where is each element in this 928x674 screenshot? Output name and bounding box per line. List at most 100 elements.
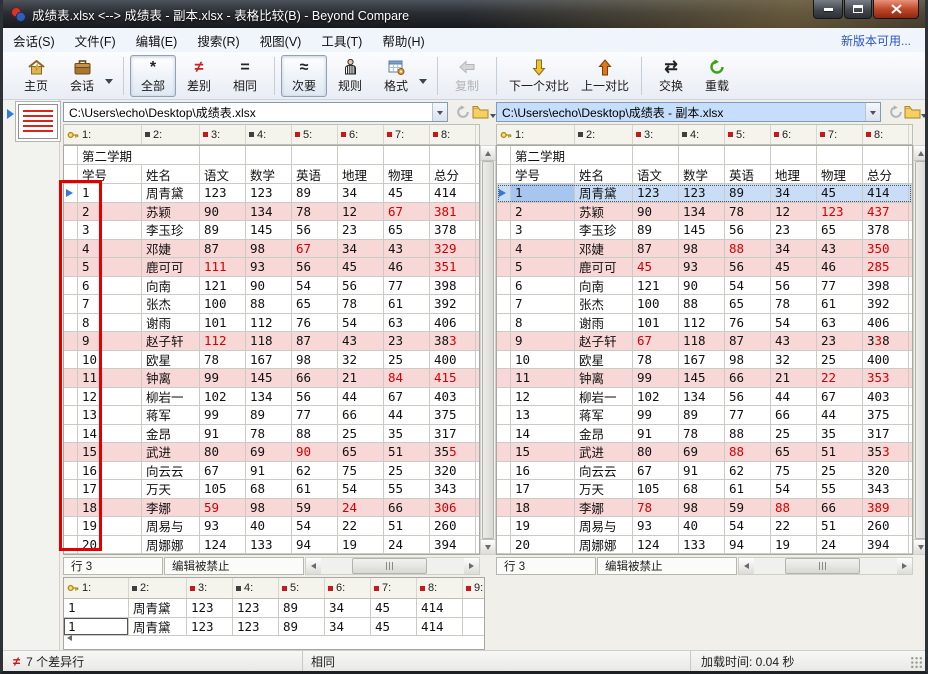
cell[interactable]: 260	[863, 517, 909, 535]
sheet-header-cell[interactable]: 英语	[292, 165, 338, 183]
cell[interactable]: 355	[430, 443, 476, 461]
cell[interactable]: 329	[430, 240, 476, 258]
sheet-header-cell[interactable]: 物理	[817, 165, 863, 183]
cell[interactable]: 134	[246, 388, 292, 406]
column-header[interactable]: 6:	[771, 125, 817, 144]
cell[interactable]: 32	[771, 351, 817, 369]
cell[interactable]: 398	[430, 277, 476, 295]
cell[interactable]: 67	[817, 388, 863, 406]
cell[interactable]: 68	[246, 480, 292, 498]
cell[interactable]: 414	[430, 184, 476, 202]
cell[interactable]: 69	[246, 443, 292, 461]
cell[interactable]: 88	[725, 240, 771, 258]
cell[interactable]: 87	[633, 240, 679, 258]
table-row[interactable]: 5鹿可可4593564546285	[497, 258, 912, 277]
sheet-header-cell[interactable]: 姓名	[575, 165, 633, 183]
detail-cell[interactable]	[463, 599, 485, 617]
sheet-header-cell[interactable]: 学号	[511, 165, 575, 183]
table-row[interactable]: 7张杰10088657861392	[64, 295, 479, 314]
cell[interactable]: 389	[863, 499, 909, 517]
detail-scroll-left-button[interactable]	[67, 628, 72, 646]
cell[interactable]: 285	[863, 258, 909, 276]
cell-id[interactable]: 13	[78, 406, 142, 424]
sheet-header-cell[interactable]: 语文	[200, 165, 246, 183]
cell[interactable]: 68	[679, 480, 725, 498]
cell[interactable]: 40	[679, 517, 725, 535]
cell-id[interactable]: 1	[78, 184, 142, 202]
cell[interactable]: 65	[725, 295, 771, 313]
cell[interactable]: 167	[679, 351, 725, 369]
cell-name[interactable]: 武进	[575, 443, 633, 461]
table-row[interactable]: 8谢雨101112765463406	[64, 314, 479, 333]
cell-id[interactable]: 16	[511, 462, 575, 480]
cell-name[interactable]: 蒋军	[142, 406, 200, 424]
table-row[interactable]: 7张杰10088657861392	[497, 295, 912, 314]
cell-id[interactable]: 3	[511, 221, 575, 239]
cell-id[interactable]: 11	[78, 369, 142, 387]
sheet-header-row[interactable]: 学号姓名语文数学英语地理物理总分	[497, 165, 912, 184]
cell[interactable]: 45	[817, 184, 863, 202]
detail-row[interactable]: 1周青黛123123893445414	[64, 618, 484, 637]
cell[interactable]: 99	[200, 406, 246, 424]
cell[interactable]: 23	[338, 221, 384, 239]
sheet-header-row[interactable]: 学号姓名语文数学英语地理物理总分	[64, 165, 479, 184]
cell-name[interactable]: 苏颖	[575, 203, 633, 221]
cell[interactable]: 12	[338, 203, 384, 221]
cell-id[interactable]: 2	[511, 203, 575, 221]
cell[interactable]: 77	[817, 277, 863, 295]
cell-name[interactable]: 谢雨	[142, 314, 200, 332]
cell[interactable]: 123	[679, 184, 725, 202]
cell[interactable]: 61	[817, 295, 863, 313]
cell[interactable]: 89	[679, 406, 725, 424]
cell[interactable]: 51	[817, 517, 863, 535]
cell[interactable]: 54	[338, 480, 384, 498]
cell[interactable]: 78	[338, 295, 384, 313]
cell-id[interactable]: 11	[511, 369, 575, 387]
cell-name[interactable]: 周青黛	[142, 184, 200, 202]
cell[interactable]: 78	[771, 295, 817, 313]
cell[interactable]: 123	[246, 184, 292, 202]
cell[interactable]: 46	[817, 258, 863, 276]
cell[interactable]: 78	[292, 203, 338, 221]
column-header[interactable]: 7:	[384, 125, 430, 144]
column-header[interactable]: 6:	[338, 125, 384, 144]
cell[interactable]: 89	[200, 221, 246, 239]
cell[interactable]: 80	[200, 443, 246, 461]
cell[interactable]: 22	[338, 517, 384, 535]
cell[interactable]: 118	[246, 332, 292, 350]
cell-id[interactable]: 3	[78, 221, 142, 239]
cell[interactable]: 133	[679, 536, 725, 554]
cell[interactable]: 34	[338, 240, 384, 258]
sheet-header-cell[interactable]: 姓名	[142, 165, 200, 183]
show-differences-button[interactable]: ≠ 差别	[176, 55, 222, 97]
cell-name[interactable]: 赵子轩	[575, 332, 633, 350]
cell-name[interactable]: 李玉珍	[142, 221, 200, 239]
table-row[interactable]: 11钟离99145662122353	[497, 369, 912, 388]
cell[interactable]: 99	[633, 369, 679, 387]
cell[interactable]: 63	[817, 314, 863, 332]
cell-name[interactable]: 钟离	[575, 369, 633, 387]
cell[interactable]: 54	[771, 480, 817, 498]
cell-name[interactable]: 鹿可可	[142, 258, 200, 276]
cell[interactable]: 91	[633, 425, 679, 443]
cell[interactable]: 56	[338, 277, 384, 295]
detail-cell[interactable]: 123	[187, 618, 233, 636]
cell[interactable]: 69	[679, 443, 725, 461]
menu-item[interactable]: 搜索(R)	[187, 28, 249, 53]
table-row[interactable]: 10欧星78167983225400	[497, 351, 912, 370]
cell[interactable]: 44	[338, 388, 384, 406]
cell-name[interactable]: 谢雨	[575, 314, 633, 332]
cell[interactable]: 124	[200, 536, 246, 554]
right-path-text[interactable]: C:\Users\echo\Desktop\成绩表 - 副本.xlsx	[497, 104, 865, 121]
left-vertical-scrollbar[interactable]	[480, 145, 496, 555]
table-row[interactable]: 14金昂9178882535317	[497, 425, 912, 444]
cell[interactable]: 56	[725, 258, 771, 276]
cell-name[interactable]: 向南	[575, 277, 633, 295]
table-row[interactable]: 9赵子轩67118874323338	[497, 332, 912, 351]
detail-cell[interactable]: 123	[187, 599, 233, 617]
column-header[interactable]: 7:	[371, 578, 417, 598]
cell-id[interactable]: 17	[511, 480, 575, 498]
cell[interactable]: 66	[817, 499, 863, 517]
cell[interactable]: 56	[292, 258, 338, 276]
cell[interactable]: 66	[771, 406, 817, 424]
